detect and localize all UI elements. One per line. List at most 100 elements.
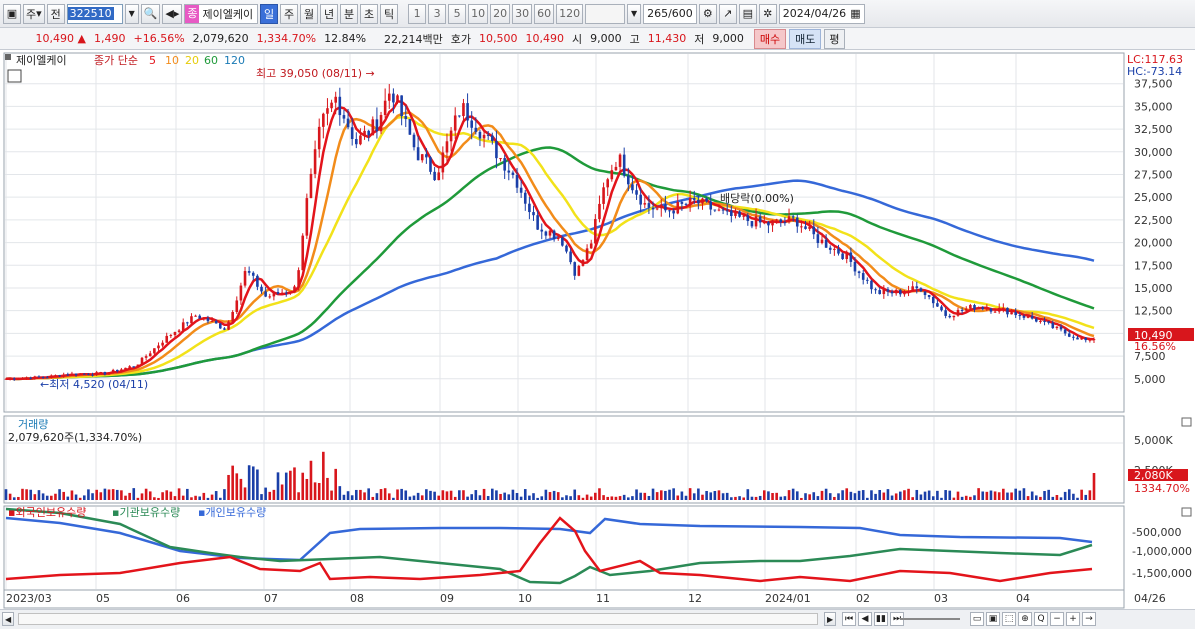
interval-20[interactable]: 20 <box>490 3 511 24</box>
market-select[interactable]: 주 ▾ <box>23 3 45 24</box>
candle-body <box>474 127 478 132</box>
candle-body <box>1002 307 1005 309</box>
zoom-fit-icon[interactable]: ▭ <box>970 612 984 626</box>
interval-60[interactable]: 60 <box>534 3 555 24</box>
x-label: 03 <box>934 592 948 605</box>
interval-1[interactable]: 1 <box>408 3 427 24</box>
move-icon[interactable]: → <box>1082 612 1096 626</box>
volume-bar <box>610 496 614 500</box>
candle-body <box>482 134 486 139</box>
volume-bar <box>62 491 65 500</box>
prev-button[interactable]: 전 <box>46 3 65 24</box>
candle-body <box>293 286 296 292</box>
volume-bar <box>993 491 997 500</box>
zoom-in-icon[interactable]: + <box>1066 612 1080 626</box>
x-label: 02 <box>856 592 870 605</box>
period-day[interactable]: 일 <box>260 3 279 24</box>
volume-bar <box>404 490 408 500</box>
period-year[interactable]: 년 <box>320 3 339 24</box>
candle-body <box>1039 320 1042 322</box>
candle-body <box>400 95 403 117</box>
candle-body <box>260 286 263 292</box>
candle-body <box>342 115 346 119</box>
avg-price-button[interactable]: 평 <box>824 28 845 49</box>
volume-bar <box>511 489 515 500</box>
chart-svg[interactable]: 2023/03 05 06 07 08 09 10 11 12 2024/01 02 03 04 제이엘… <box>0 51 1195 609</box>
volume-bar <box>25 489 28 500</box>
date-input[interactable]: 2024/04/26 ▦ <box>778 3 865 24</box>
panel-menu-icon[interactable] <box>5 54 11 60</box>
zoom-reset-icon[interactable]: ▣ <box>986 612 1000 626</box>
sell-button[interactable]: 매도 <box>789 28 822 49</box>
volume-bar <box>70 490 74 500</box>
window-menu-icon[interactable]: ▣ <box>3 3 21 24</box>
holdings-panel-close-icon[interactable] <box>1181 507 1192 517</box>
period-week[interactable]: 주 <box>280 3 299 24</box>
candle-body <box>280 292 284 294</box>
volume-bar <box>981 491 985 500</box>
candle-body <box>1063 329 1067 334</box>
interval-dropdown-button[interactable]: ▼ <box>627 3 642 24</box>
volume-panel-close-icon[interactable] <box>1181 417 1192 427</box>
pause-icon[interactable]: ▮▮ <box>874 612 888 626</box>
code-dropdown-button[interactable]: ▼ <box>124 3 139 24</box>
volume-bar <box>107 489 111 500</box>
candle-body <box>8 378 12 380</box>
zoom-in-area-icon[interactable]: Q <box>1034 612 1048 626</box>
candle-body <box>915 286 919 289</box>
buy-button[interactable]: 매수 <box>753 28 787 49</box>
interval-10[interactable]: 10 <box>468 3 489 24</box>
speaker-icon[interactable]: ◀▸ <box>162 3 183 24</box>
scroll-right-icon[interactable]: ▶ <box>824 612 837 626</box>
volume-bar <box>573 489 577 500</box>
search-icon[interactable]: 🔍 <box>140 3 161 24</box>
price-ytick: 15,000 <box>1134 282 1173 295</box>
candle-body <box>528 203 531 213</box>
x-label: 08 <box>350 592 364 605</box>
interval-custom-select[interactable] <box>585 3 626 24</box>
stock-name-box[interactable]: 종 제이엘케이 <box>184 3 259 24</box>
volume-bar <box>948 490 952 500</box>
chart-settings-icon[interactable]: ⚙ <box>698 3 717 24</box>
volume-bar <box>1010 492 1013 500</box>
save-icon[interactable]: ▤ <box>738 3 757 24</box>
volume-bar <box>1055 494 1059 500</box>
candle-body <box>148 353 152 357</box>
chart-area[interactable]: 2023/03 05 06 07 08 09 10 11 12 2024/01 02 03 04 제이엘… <box>0 51 1195 609</box>
x-label: 2023/03 <box>6 592 52 605</box>
candle-body <box>701 198 704 204</box>
candle-body <box>565 245 568 252</box>
stock-code-input[interactable]: 322510 <box>66 3 123 24</box>
zoom-area-icon[interactable]: ⬚ <box>1002 612 1016 626</box>
interval-3[interactable]: 3 <box>428 3 447 24</box>
candle-body <box>960 309 964 311</box>
period-month[interactable]: 월 <box>300 3 319 24</box>
period-tick[interactable]: 틱 <box>380 3 399 24</box>
scroll-track[interactable] <box>18 613 818 625</box>
scroll-left-icon[interactable]: ◀ <box>2 612 15 626</box>
interval-5[interactable]: 5 <box>448 3 467 24</box>
gear-icon[interactable]: ✲ <box>758 3 777 24</box>
data-count-box[interactable]: 265/600 <box>643 3 697 24</box>
period-second[interactable]: 초 <box>360 3 379 24</box>
volume-bar <box>594 492 597 500</box>
candle-body <box>70 373 74 375</box>
period-minute[interactable]: 분 <box>340 3 359 24</box>
candle-body <box>1006 307 1009 315</box>
zoom-out-icon[interactable]: − <box>1050 612 1064 626</box>
first-page-icon[interactable]: ⏮ <box>842 612 856 626</box>
zoom-slider[interactable] <box>900 618 960 620</box>
table-toggle-icon[interactable] <box>7 69 22 83</box>
interval-120[interactable]: 120 <box>556 3 584 24</box>
calendar-icon[interactable]: ▦ <box>850 7 860 20</box>
volume-bar <box>635 489 638 500</box>
draw-tool-icon[interactable]: ↗ <box>718 3 737 24</box>
candle-body <box>136 364 140 367</box>
price-ytick: 27,500 <box>1134 168 1173 181</box>
volume-bar <box>256 469 259 500</box>
volume-bar <box>849 491 853 500</box>
prev-page-icon[interactable]: ◀ <box>858 612 872 626</box>
crosshair-icon[interactable]: ⊕ <box>1018 612 1032 626</box>
interval-30[interactable]: 30 <box>512 3 533 24</box>
chart-scrollbar[interactable]: ◀ ▶ ⏮ ◀ ▮▮ ⏭ ▭ ▣ ⬚ ⊕ Q − + → <box>0 609 1195 629</box>
